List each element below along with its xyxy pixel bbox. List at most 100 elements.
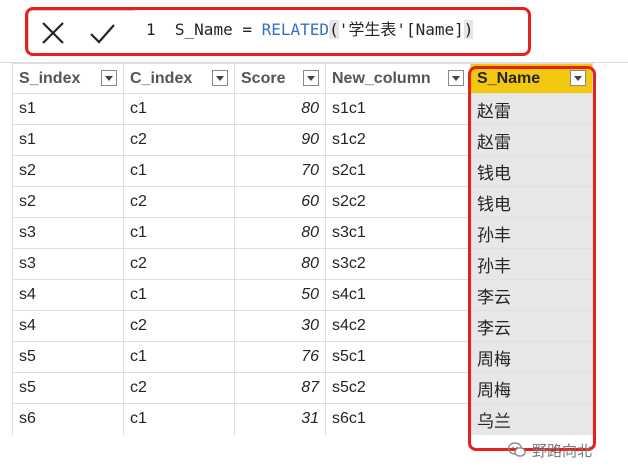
cell-new-column[interactable]: s1c2 [325, 124, 471, 156]
table-row: s6 c1 31 s6c1 乌兰 [12, 403, 593, 435]
table-row: s3 c1 80 s3c1 孙丰 [12, 217, 593, 249]
cell-s-name[interactable]: 周梅 [470, 372, 593, 404]
cell-score[interactable]: 31 [234, 403, 326, 435]
filter-dropdown-icon[interactable] [101, 70, 117, 86]
column-header-s-index[interactable]: S_index [12, 63, 124, 94]
column-header-label: New_column [332, 69, 431, 87]
filter-dropdown-icon[interactable] [212, 70, 228, 86]
formula-close-paren: ) [463, 20, 474, 39]
cell-c-index[interactable]: c2 [123, 186, 235, 218]
cell-s-index[interactable]: s4 [12, 279, 124, 311]
cell-score[interactable]: 70 [234, 155, 326, 187]
cell-c-index[interactable]: c1 [123, 403, 235, 435]
cell-score[interactable]: 50 [234, 279, 326, 311]
table-row: s4 c2 30 s4c2 李云 [12, 310, 593, 342]
formula-commands [28, 10, 135, 54]
table-row: s1 c2 90 s1c2 赵雷 [12, 124, 593, 156]
formula-column-name: S_Name [174, 20, 233, 39]
header-row: S_index C_index Score New_column S_Name [12, 63, 593, 94]
table-row: s2 c1 70 s2c1 钱电 [12, 155, 593, 187]
formula-table-ref: '学生表' [338, 20, 406, 39]
cell-c-index[interactable]: c2 [123, 310, 235, 342]
cell-s-name[interactable]: 赵雷 [470, 93, 593, 125]
cell-new-column[interactable]: s2c1 [325, 155, 471, 187]
formula-open-paren: ( [329, 20, 339, 39]
cell-s-index[interactable]: s2 [12, 186, 124, 218]
filter-dropdown-icon[interactable] [570, 70, 586, 86]
data-table: S_index C_index Score New_column S_Name [12, 63, 593, 435]
cell-new-column[interactable]: s3c2 [325, 248, 471, 280]
cell-score[interactable]: 80 [234, 217, 326, 249]
cell-new-column[interactable]: s2c2 [325, 186, 471, 218]
cell-s-index[interactable]: s5 [12, 372, 124, 404]
cell-score[interactable]: 76 [234, 341, 326, 373]
watermark: 野路向北 [508, 440, 592, 460]
cell-c-index[interactable]: c2 [123, 124, 235, 156]
column-header-score[interactable]: Score [234, 63, 326, 94]
cell-new-column[interactable]: s1c1 [325, 93, 471, 125]
formula-column-ref: [Name] [405, 20, 464, 39]
cell-c-index[interactable]: c1 [123, 279, 235, 311]
formula-bar: 1 S_Name = RELATED('学生表'[Name]) [0, 0, 628, 58]
column-header-label: S_Name [477, 69, 541, 87]
cell-score[interactable]: 80 [234, 248, 326, 280]
cell-score[interactable]: 90 [234, 124, 326, 156]
cell-c-index[interactable]: c1 [123, 341, 235, 373]
cell-new-column[interactable]: s4c1 [325, 279, 471, 311]
cell-s-name[interactable]: 钱电 [470, 186, 593, 218]
cell-new-column[interactable]: s4c2 [325, 310, 471, 342]
formula-input[interactable]: 1 S_Name = RELATED('学生表'[Name]) [146, 19, 474, 41]
cell-s-name[interactable]: 钱电 [470, 155, 593, 187]
cell-c-index[interactable]: c1 [123, 93, 235, 125]
table-row: s5 c1 76 s5c1 周梅 [12, 341, 593, 373]
column-header-label: Score [241, 69, 286, 87]
cell-score[interactable]: 30 [234, 310, 326, 342]
cell-s-index[interactable]: s3 [12, 248, 124, 280]
table-row: s2 c2 60 s2c2 钱电 [12, 186, 593, 218]
cell-c-index[interactable]: c1 [123, 155, 235, 187]
cell-s-index[interactable]: s4 [12, 310, 124, 342]
cell-new-column[interactable]: s5c2 [325, 372, 471, 404]
column-header-label: C_index [130, 69, 193, 87]
formula-line-number: 1 [146, 20, 156, 39]
cell-c-index[interactable]: c2 [123, 248, 235, 280]
table-row: s5 c2 87 s5c2 周梅 [12, 372, 593, 404]
cell-s-name[interactable]: 孙丰 [470, 217, 593, 249]
data-view: S_index C_index Score New_column S_Name [0, 62, 628, 475]
cell-new-column[interactable]: s3c1 [325, 217, 471, 249]
cell-s-name[interactable]: 李云 [470, 310, 593, 342]
cell-s-name[interactable]: 周梅 [470, 341, 593, 373]
column-header-c-index[interactable]: C_index [123, 63, 235, 94]
formula-operator: = [242, 20, 252, 39]
formula-function: RELATED [261, 20, 330, 39]
cell-score[interactable]: 60 [234, 186, 326, 218]
column-header-label: S_index [19, 69, 81, 87]
cell-new-column[interactable]: s6c1 [325, 403, 471, 435]
cell-s-index[interactable]: s3 [12, 217, 124, 249]
cell-new-column[interactable]: s5c1 [325, 341, 471, 373]
cell-s-name[interactable]: 赵雷 [470, 124, 593, 156]
cell-s-index[interactable]: s1 [12, 93, 124, 125]
cell-score[interactable]: 80 [234, 93, 326, 125]
column-header-new-column[interactable]: New_column [325, 63, 471, 94]
cell-c-index[interactable]: c1 [123, 217, 235, 249]
cell-s-name[interactable]: 乌兰 [470, 403, 593, 435]
cell-c-index[interactable]: c2 [123, 372, 235, 404]
x-icon[interactable] [40, 20, 66, 46]
cell-s-index[interactable]: s5 [12, 341, 124, 373]
cell-s-name[interactable]: 孙丰 [470, 248, 593, 280]
table-row: s3 c2 80 s3c2 孙丰 [12, 248, 593, 280]
check-icon[interactable] [89, 20, 115, 46]
cell-s-name[interactable]: 李云 [470, 279, 593, 311]
cell-s-index[interactable]: s2 [12, 155, 124, 187]
cell-s-index[interactable]: s1 [12, 124, 124, 156]
filter-dropdown-icon[interactable] [448, 70, 464, 86]
wechat-icon [508, 442, 526, 457]
filter-dropdown-icon[interactable] [303, 70, 319, 86]
cell-score[interactable]: 87 [234, 372, 326, 404]
table-row: s1 c1 80 s1c1 赵雷 [12, 93, 593, 125]
table-row: s4 c1 50 s4c1 李云 [12, 279, 593, 311]
column-header-s-name[interactable]: S_Name [470, 63, 593, 94]
cell-s-index[interactable]: s6 [12, 403, 124, 435]
watermark-text: 野路向北 [532, 441, 593, 460]
